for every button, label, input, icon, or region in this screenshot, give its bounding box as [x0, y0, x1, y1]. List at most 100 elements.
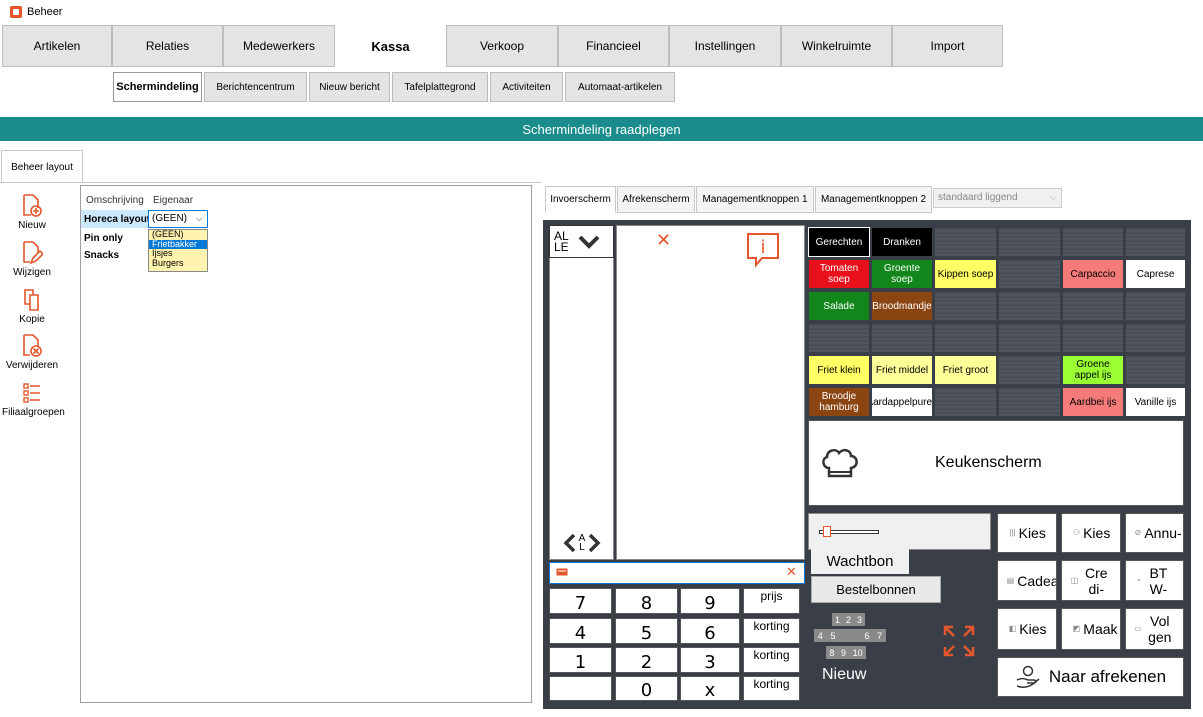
- main-tab-verkoop[interactable]: Verkoop: [446, 25, 558, 67]
- numpad-key[interactable]: 6: [680, 618, 740, 644]
- sub-tab-schermindeling[interactable]: Schermindeling: [113, 72, 202, 102]
- sub-tab-activiteiten[interactable]: Activiteiten: [490, 72, 563, 102]
- create-button[interactable]: ◩ Maak: [1061, 608, 1121, 650]
- tab-managementknoppen-1[interactable]: Managementknoppen 1: [696, 186, 814, 213]
- table-number[interactable]: 8: [829, 648, 834, 658]
- product-button[interactable]: Aardappelpuree: [871, 387, 933, 417]
- table-row[interactable]: Horeca layout: [84, 214, 150, 225]
- wachtbon-button[interactable]: Wachtbon: [811, 548, 909, 574]
- empty-slot[interactable]: [1062, 227, 1124, 257]
- chevron-down-icon[interactable]: ⌵: [1050, 192, 1057, 203]
- edit-button[interactable]: Wijzigen: [2, 241, 62, 278]
- empty-slot[interactable]: [998, 387, 1061, 417]
- tab-invoerscherm[interactable]: Invoerscherm: [545, 186, 616, 213]
- dropdown-option[interactable]: Burgers: [149, 258, 207, 269]
- keyboard-icon[interactable]: [556, 568, 568, 576]
- table-number[interactable]: 10: [853, 648, 863, 658]
- copy-button[interactable]: Kopie: [2, 288, 62, 325]
- empty-slot[interactable]: [808, 323, 870, 353]
- empty-slot[interactable]: [998, 355, 1061, 385]
- table-number[interactable]: 2: [846, 615, 851, 625]
- discount-key[interactable]: korting: [743, 618, 800, 644]
- sub-tab-nieuw-bericht[interactable]: Nieuw bericht: [309, 72, 390, 102]
- empty-slot[interactable]: [934, 323, 997, 353]
- chevron-down-icon[interactable]: ⌵: [196, 213, 203, 224]
- credit-button[interactable]: ◫ Cre di-: [1061, 560, 1121, 601]
- main-tab-instellingen[interactable]: Instellingen: [669, 25, 781, 67]
- main-tab-import[interactable]: Import: [892, 25, 1003, 67]
- slider-handle[interactable]: [823, 526, 831, 537]
- numpad-key[interactable]: 7: [549, 588, 612, 614]
- product-button[interactable]: Aardbei ijs: [1062, 387, 1124, 417]
- empty-slot[interactable]: [998, 323, 1061, 353]
- slider-track[interactable]: [808, 513, 991, 550]
- main-tab-financieel[interactable]: Financieel: [558, 25, 669, 67]
- clear-icon[interactable]: ✕: [786, 565, 797, 580]
- empty-slot[interactable]: [934, 227, 997, 257]
- gift-card-button[interactable]: ▤Cadeau: [997, 560, 1057, 601]
- main-tab-relaties[interactable]: Relaties: [112, 25, 223, 67]
- column-header-omschrijving[interactable]: Omschrijving: [86, 195, 144, 206]
- numpad-key[interactable]: 1: [549, 647, 612, 673]
- product-button[interactable]: Friet groot: [934, 355, 997, 385]
- product-button[interactable]: Caprese: [1125, 259, 1186, 289]
- numpad-key[interactable]: 5: [615, 618, 678, 644]
- select-button[interactable]: ⚇ Kies: [1061, 513, 1121, 553]
- numpad-key[interactable]: 4: [549, 618, 612, 644]
- amount-input[interactable]: [549, 562, 805, 584]
- product-button[interactable]: Dranken: [871, 227, 933, 257]
- follow-button[interactable]: ▭ Vol gen: [1125, 608, 1184, 650]
- numpad-key[interactable]: 0: [615, 676, 678, 701]
- main-tab-medewerkers[interactable]: Medewerkers: [223, 25, 335, 67]
- product-button[interactable]: Vanille ijs: [1125, 387, 1186, 417]
- column-header-eigenaar[interactable]: Eigenaar: [153, 195, 193, 206]
- empty-slot[interactable]: [1125, 291, 1186, 321]
- sub-tab-automaat-artikelen[interactable]: Automaat-artikelen: [565, 72, 675, 102]
- info-icon[interactable]: i: [746, 232, 780, 268]
- empty-slot[interactable]: [998, 291, 1061, 321]
- table-number[interactable]: 7: [877, 631, 882, 641]
- numpad-key[interactable]: 9: [680, 588, 740, 614]
- tab-beheer-layout[interactable]: Beheer layout: [1, 150, 83, 183]
- cancel-button[interactable]: ⊘ Annu-: [1125, 513, 1184, 553]
- fullscreen-icon[interactable]: [943, 625, 975, 657]
- sub-tab-berichtencentrum[interactable]: Berichtencentrum: [204, 72, 307, 102]
- table-number[interactable]: 1: [835, 615, 840, 625]
- empty-slot[interactable]: [998, 259, 1061, 289]
- price-key[interactable]: prijs: [743, 588, 800, 614]
- table-row[interactable]: Snacks: [84, 250, 119, 261]
- product-button[interactable]: Kippen soep: [934, 259, 997, 289]
- empty-slot[interactable]: [1125, 355, 1186, 385]
- numpad-key[interactable]: 3: [680, 647, 740, 673]
- product-button[interactable]: Friet middel: [871, 355, 933, 385]
- select-button[interactable]: ◧ Kies: [997, 608, 1057, 650]
- bestelbonnen-button[interactable]: Bestelbonnen: [811, 576, 941, 603]
- table-number[interactable]: 3: [857, 615, 862, 625]
- product-button[interactable]: Groene appel ijs: [1062, 355, 1124, 385]
- main-tab-winkelruimte[interactable]: Winkelruimte: [781, 25, 892, 67]
- product-button[interactable]: Salade: [808, 291, 870, 321]
- group-all-button[interactable]: ALLE: [549, 225, 614, 258]
- numpad-key[interactable]: 8: [615, 588, 678, 614]
- numpad-key[interactable]: 2: [615, 647, 678, 673]
- product-button[interactable]: Friet klein: [808, 355, 870, 385]
- discount-key[interactable]: korting: [743, 676, 800, 701]
- select-button[interactable]: ||| Kies: [997, 513, 1057, 553]
- group-scroller[interactable]: AL: [553, 528, 611, 558]
- product-button[interactable]: Tomaten soep: [808, 259, 870, 289]
- empty-slot[interactable]: [1062, 323, 1124, 353]
- numpad-key[interactable]: [549, 676, 612, 701]
- close-icon[interactable]: ✕: [656, 230, 671, 251]
- branch-groups-button[interactable]: Filiaalgroepen: [2, 381, 65, 418]
- numpad-key[interactable]: x: [680, 676, 740, 701]
- product-button[interactable]: Carpaccio: [1062, 259, 1124, 289]
- sub-tab-tafelplattegrond[interactable]: Tafelplattegrond: [392, 72, 488, 102]
- tab-afrekenscherm[interactable]: Afrekenscherm: [617, 186, 695, 213]
- table-number[interactable]: 6: [865, 631, 870, 641]
- product-button[interactable]: Broodje hamburg: [808, 387, 870, 417]
- tab-managementknoppen-2[interactable]: Managementknoppen 2: [815, 186, 932, 213]
- empty-slot[interactable]: [934, 387, 997, 417]
- main-tab-artikelen[interactable]: Artikelen: [2, 25, 112, 67]
- new-table-button[interactable]: Nieuw: [822, 666, 866, 684]
- empty-slot[interactable]: [998, 227, 1061, 257]
